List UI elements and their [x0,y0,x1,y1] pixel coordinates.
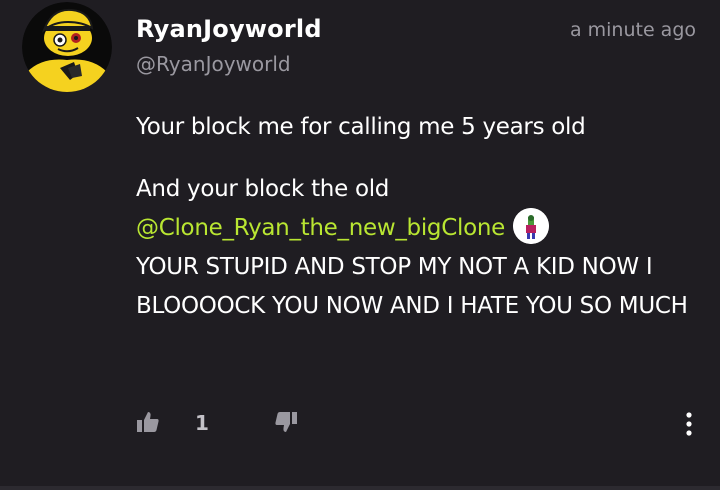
username[interactable]: RyanJoyworld [136,15,322,43]
divider [0,486,720,490]
mention-line: @Clone_Ryan_the_new_bigClone [136,207,696,248]
like-count: 1 [195,411,209,435]
thumbs-up-icon [137,412,159,432]
thumbs-down-icon [275,412,297,432]
mention-avatar-image [512,207,549,244]
comment-actions: 1 [136,408,696,442]
more-vertical-icon [686,412,692,436]
more-options-button[interactable] [682,408,696,442]
comment-body: Your block me for calling me 5 years old… [136,108,696,326]
comment-line-2-text: And your block the old [136,176,390,202]
comment-line-1: Your block me for calling me 5 years old [136,114,586,140]
like-button[interactable] [136,410,164,438]
timestamp: a minute ago [569,19,696,41]
comment-card: RyanJoyworld @RyanJoyworld a minute ago … [0,0,720,490]
user-avatar[interactable] [22,2,112,92]
comment-line-2: And your block the old [136,170,696,209]
dislike-button[interactable] [274,410,302,438]
user-mention-link[interactable]: @Clone_Ryan_the_new_bigClone [136,215,505,241]
user-handle: @RyanJoyworld [136,52,291,76]
mention-avatar[interactable] [512,207,549,244]
comment-line-3: YOUR STUPID AND STOP MY NOT A KID NOW I … [136,254,688,319]
avatar-image [22,2,112,92]
